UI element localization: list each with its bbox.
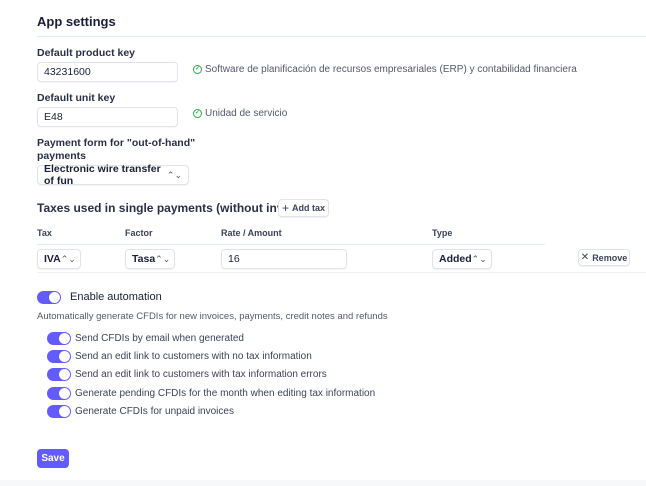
payment-form-label-line: payments [37, 150, 87, 162]
chevron-updown-icon: ⌃⌄ [471, 253, 487, 264]
factor-value: Tasa [132, 253, 156, 265]
option-label: Send CFDIs by email when generated [75, 333, 244, 344]
option-label: Generate pending CFDIs for the month whe… [75, 388, 376, 399]
option-label: Send an edit link to customers with no t… [75, 351, 312, 362]
option-toggle-pending[interactable] [47, 387, 71, 400]
add-tax-label: Add tax [292, 203, 326, 213]
unit-key-status: ✓ Unidad de servicio [193, 108, 287, 119]
payment-form-select[interactable]: Electronic wire transfer of fun ⌃⌄ [37, 163, 189, 187]
product-key-label: Default product key [37, 47, 136, 59]
column-header-type: Type [432, 228, 453, 238]
payment-form-label-line: Payment form for "out-of-hand" [37, 137, 196, 149]
check-circle-icon: ✓ [193, 109, 202, 118]
option-toggle-email[interactable] [47, 332, 71, 345]
option-label: Generate CFDIs for unpaid invoices [75, 406, 234, 417]
payment-form-label: Payment form for "out-of-hand" payments [37, 137, 195, 163]
chevron-updown-icon: ⌃⌄ [166, 169, 182, 180]
column-header-tax: Tax [37, 228, 52, 238]
enable-automation-toggle[interactable] [37, 291, 61, 304]
type-value: Added [439, 253, 472, 265]
close-icon: ✕ [580, 252, 590, 263]
rate-input[interactable]: 16 [221, 249, 347, 269]
automation-description: Automatically generate CFDIs for new inv… [37, 311, 388, 322]
unit-key-input[interactable]: E48 [37, 107, 178, 127]
remove-label: Remove [592, 252, 628, 263]
tax-select[interactable]: IVA ⌃⌄ [37, 249, 81, 269]
unit-key-description: Unidad de servicio [205, 108, 288, 119]
row-divider [37, 272, 646, 273]
option-toggle-no-tax-info[interactable] [47, 350, 71, 363]
plus-icon: + [281, 201, 289, 215]
type-select[interactable]: Added ⌃⌄ [432, 249, 492, 269]
option-toggle-unpaid[interactable] [47, 405, 71, 418]
check-circle-icon: ✓ [193, 65, 202, 74]
tax-value: IVA [44, 253, 61, 265]
chevron-updown-icon: ⌃⌄ [60, 253, 76, 264]
divider [37, 36, 646, 37]
page-title: App settings [37, 14, 116, 29]
column-header-factor: Factor [125, 228, 153, 238]
product-key-input[interactable]: 43231600 [37, 62, 178, 82]
option-toggle-tax-errors[interactable] [47, 368, 71, 381]
column-header-rate: Rate / Amount [221, 228, 282, 238]
product-key-description: Software de planificación de recursos em… [205, 64, 577, 75]
payment-form-value: Electronic wire transfer of fun [44, 163, 161, 187]
product-key-status: ✓ Software de planificación de recursos e… [193, 64, 577, 75]
factor-select[interactable]: Tasa ⌃⌄ [125, 249, 175, 269]
option-label: Send an edit link to customers with tax … [75, 369, 327, 380]
save-button[interactable]: Save [37, 449, 69, 468]
unit-key-label: Default unit key [37, 92, 116, 104]
chevron-updown-icon: ⌃⌄ [155, 253, 171, 264]
table-divider [37, 244, 545, 245]
footer-band [0, 480, 646, 486]
add-tax-button[interactable]: + Add tax [278, 199, 329, 217]
enable-automation-label: Enable automation [70, 291, 162, 303]
remove-tax-button[interactable]: ✕ Remove [578, 249, 630, 266]
taxes-heading: Taxes used in single payments (without i… [37, 201, 312, 215]
